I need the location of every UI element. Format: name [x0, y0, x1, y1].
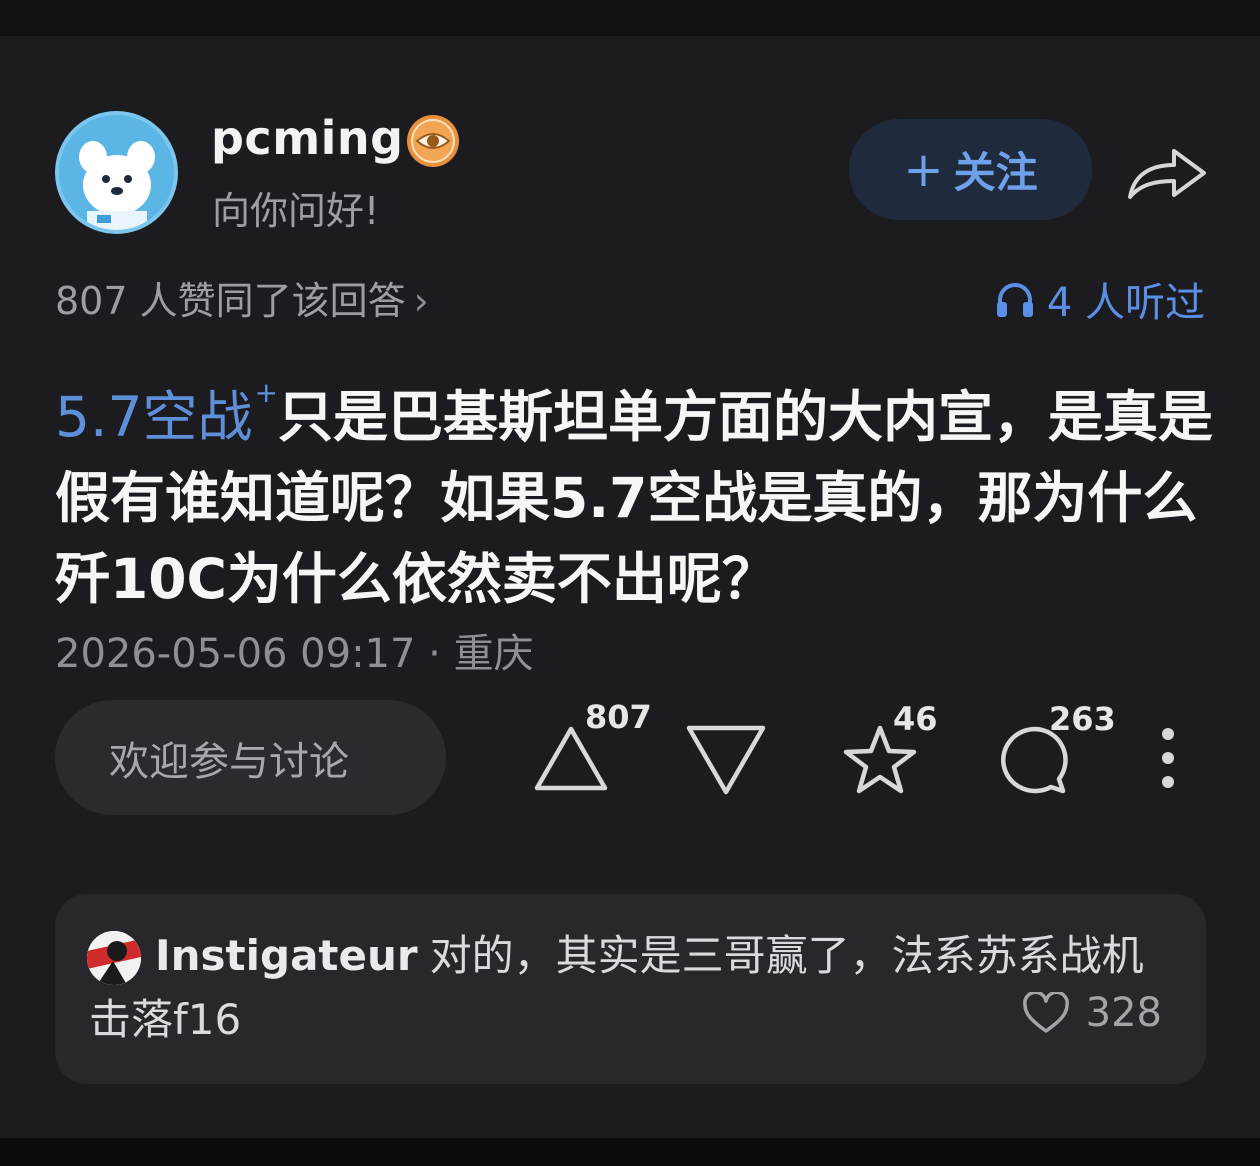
screen: pcming 向你问好! + 关注 807 人赞同了该回答 › 4 人听过 5.… [0, 0, 1260, 1166]
commenter-name[interactable]: Instigateur [155, 931, 418, 980]
meta-separator: · [428, 631, 441, 677]
post-meta: 2026-05-06 09:17 · 重庆 [55, 621, 534, 679]
share-arrow-icon[interactable] [1126, 141, 1208, 201]
top-comment-card[interactable]: Instigateur 对的，其实是三哥赢了，法系苏系战机击落f16 328 [55, 894, 1206, 1084]
listened-text: 4 人听过 [1046, 280, 1205, 326]
headphones-icon [996, 283, 1033, 317]
author-avatar[interactable] [55, 111, 178, 234]
comment-like[interactable]: 328 [1022, 990, 1162, 1036]
listened-count[interactable]: 4 人听过 [995, 270, 1205, 328]
upvote-count: 807 [585, 698, 652, 736]
downvote-icon[interactable] [685, 724, 767, 798]
dog-avatar-icon [59, 115, 174, 230]
agree-text: 807 人赞同了该回答 [55, 279, 406, 323]
favorite-count: 46 [893, 700, 938, 738]
author-greeting: 向你问好! [212, 189, 380, 233]
plus-icon: + [903, 141, 944, 198]
more-options-icon[interactable] [1154, 726, 1182, 790]
author-name[interactable]: pcming [211, 111, 404, 165]
topic-plus-mark: + [254, 376, 278, 409]
chevron-right-icon: › [413, 279, 429, 323]
topic-text: 5.7空战 [55, 385, 253, 449]
post-location: 重庆 [453, 631, 534, 677]
bottom-bar [0, 1138, 1260, 1166]
comment-like-count: 328 [1085, 990, 1162, 1036]
comment-body: Instigateur 对的，其实是三哥赢了，法系苏系战机击落f16 [89, 924, 1174, 1052]
question-title[interactable]: 5.7空战+只是巴基斯坦单方面的大内宣，是真是假有谁知道呢？如果5.7空战是真的… [55, 352, 1215, 620]
discuss-input[interactable]: 欢迎参与讨论 [55, 700, 446, 815]
post-datetime: 2026-05-06 09:17 [55, 631, 416, 677]
heart-icon [1022, 992, 1069, 1033]
top-bar [0, 0, 1260, 36]
comment-count: 263 [1049, 700, 1116, 738]
agree-count-link[interactable]: 807 人赞同了该回答 › [55, 270, 429, 325]
answer-card: pcming 向你问好! + 关注 807 人赞同了该回答 › 4 人听过 5.… [0, 56, 1260, 1138]
eye-badge-icon [407, 115, 459, 167]
follow-label: 关注 [953, 148, 1038, 197]
topic-link[interactable]: 5.7空战+ [55, 376, 278, 449]
follow-button[interactable]: + 关注 [849, 119, 1092, 220]
